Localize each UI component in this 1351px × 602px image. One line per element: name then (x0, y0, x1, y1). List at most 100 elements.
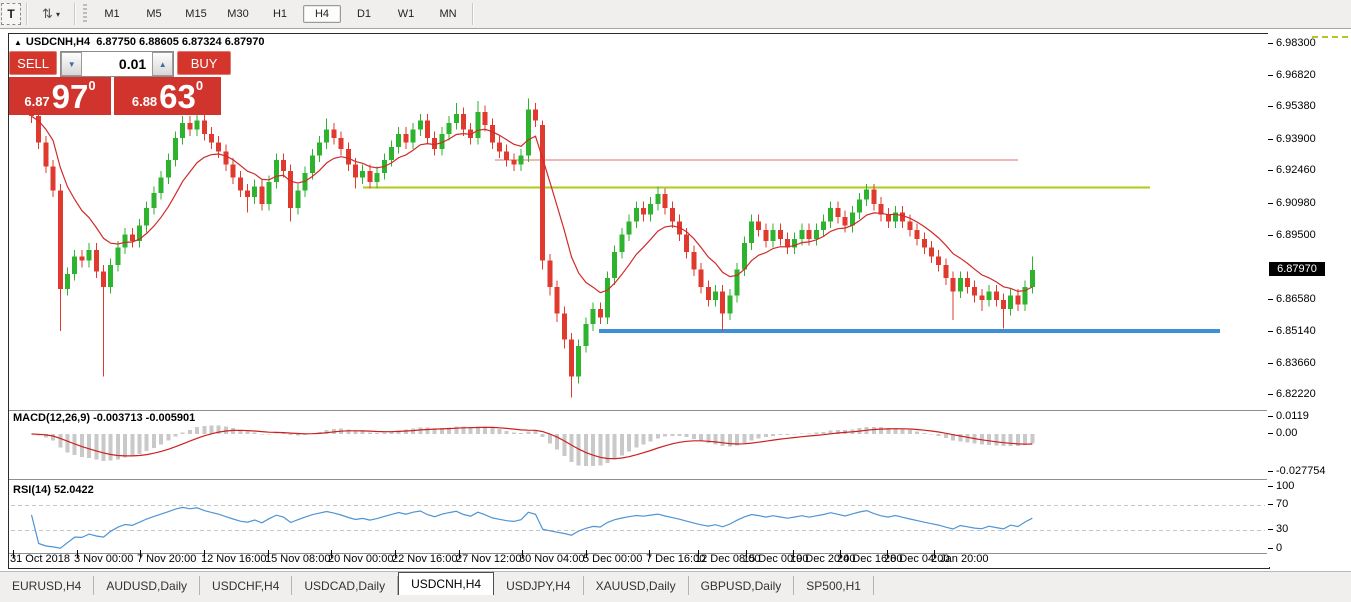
rsi-tick-label: 100 (1276, 480, 1294, 492)
chart-tab-bar: EURUSD,H4AUDUSD,DailyUSDCHF,H4USDCAD,Dai… (0, 571, 1351, 596)
timeframe-button-h4[interactable]: H4 (303, 5, 341, 23)
rsi-tick-label-mark (1268, 504, 1273, 505)
timeframe-button-mn[interactable]: MN (429, 5, 467, 23)
toolbar-separator (472, 3, 474, 25)
date-tick-label: 15 Nov 08:00 (265, 553, 330, 565)
arrows-glyph: ⇅ (42, 6, 53, 22)
rsi-tick-label-mark (1268, 529, 1273, 530)
ask-price-tile[interactable]: 6.88 63 0 (114, 77, 221, 115)
selected-line-handle (1312, 36, 1348, 38)
chart-ohlc-values: 6.87750 6.88605 6.87324 6.87970 (96, 36, 264, 48)
tab-audusd-daily[interactable]: AUDUSD,Daily (94, 576, 200, 596)
price-tick-label: 6.98300 (1276, 37, 1316, 49)
date-tick-label: 22 Nov 16:00 (392, 553, 457, 565)
timeframe-button-m30[interactable]: M30 (219, 5, 257, 23)
date-tick-label: 31 Oct 2018 (10, 553, 70, 565)
tab-usdcad-daily[interactable]: USDCAD,Daily (292, 576, 398, 596)
price-tick-label-mark (1268, 203, 1273, 204)
ask-price-prefix: 6.88 (132, 94, 157, 109)
price-tick-label-mark (1268, 331, 1273, 332)
chart-symbol-header: ▲ USDCNH,H4 6.87750 6.88605 6.87324 6.879… (14, 36, 264, 48)
ask-price-pips: 63 (159, 82, 196, 112)
timeframe-button-m15[interactable]: M15 (177, 5, 215, 23)
macd-tick-label: 0.00 (1276, 427, 1297, 439)
price-tick-label-mark (1268, 43, 1273, 44)
rsi-tick-label: 0 (1276, 542, 1282, 554)
timeframe-button-d1[interactable]: D1 (345, 5, 383, 23)
timeframe-button-w1[interactable]: W1 (387, 5, 425, 23)
toolbar-grip[interactable] (83, 4, 87, 24)
volume-stepper: ▼ ▲ (60, 51, 174, 77)
price-tick-label-mark (1268, 394, 1273, 395)
bid-price-prefix: 6.87 (24, 94, 49, 109)
current-price-tag: 6.87970 (1269, 262, 1325, 276)
bid-price-tile[interactable]: 6.87 97 0 (9, 77, 111, 115)
rsi-tick-label-mark (1268, 548, 1273, 549)
toolbar-separator (26, 3, 28, 25)
price-tick-label-mark (1268, 235, 1273, 236)
tab-eurusd-h4[interactable]: EURUSD,H4 (0, 576, 94, 596)
date-tick-label: 7 Nov 20:00 (137, 553, 196, 565)
volume-decrease-button[interactable]: ▼ (61, 52, 82, 76)
text-tool-icon[interactable]: T (1, 3, 21, 25)
price-tick-label: 6.95380 (1276, 100, 1316, 112)
date-tick-label: 30 Nov 04:00 (519, 553, 584, 565)
timeframe-button-h1[interactable]: H1 (261, 5, 299, 23)
macd-tick-label-mark (1268, 471, 1273, 472)
timeframe-button-m5[interactable]: M5 (135, 5, 173, 23)
price-tick-label: 6.86580 (1276, 293, 1316, 305)
bid-price-point: 0 (88, 78, 95, 93)
price-tick-label-mark (1268, 170, 1273, 171)
rsi-indicator-label: RSI(14) 52.0422 (13, 484, 94, 496)
tab-gbpusd-daily[interactable]: GBPUSD,Daily (689, 576, 795, 596)
tab-sp500-h1[interactable]: SP500,H1 (794, 576, 874, 596)
price-tick-label-mark (1268, 363, 1273, 364)
tab-xauusd-daily[interactable]: XAUUSD,Daily (584, 576, 689, 596)
time-axis[interactable]: 31 Oct 20183 Nov 00:007 Nov 20:0012 Nov … (8, 553, 1268, 567)
date-tick-label: 20 Nov 00:00 (328, 553, 393, 565)
price-tick-label: 6.93900 (1276, 133, 1316, 145)
chevron-down-icon: ▾ (56, 10, 60, 19)
price-tick-label-mark (1268, 106, 1273, 107)
price-tick-label: 6.83660 (1276, 357, 1316, 369)
price-tick-label: 6.82220 (1276, 388, 1316, 400)
macd-tick-label: 0.0119 (1276, 410, 1309, 422)
price-tick-label: 6.85140 (1276, 325, 1316, 337)
volume-increase-button[interactable]: ▲ (152, 52, 173, 76)
date-tick-label: 2 Jan 20:00 (931, 553, 989, 565)
timeframe-toolbar: M1M5M15M30H1H4D1W1MN (91, 5, 469, 23)
bid-price-pips: 97 (52, 82, 89, 112)
one-click-trade-panel: SELL ▼ ▲ BUY 6.87 97 0 6.88 63 0 (9, 51, 231, 115)
collapse-triangle-icon[interactable]: ▲ (14, 38, 22, 47)
macd-tick-label: -0.027754 (1276, 465, 1326, 477)
tab-usdjpy-h4[interactable]: USDJPY,H4 (494, 576, 583, 596)
toolbar-separator (74, 3, 76, 25)
date-tick-label: 27 Nov 12:00 (456, 553, 521, 565)
volume-input[interactable] (82, 52, 152, 76)
chart-window[interactable]: ▲ USDCNH,H4 6.87750 6.88605 6.87324 6.879… (8, 33, 1270, 569)
timeframe-button-m1[interactable]: M1 (93, 5, 131, 23)
chart-symbol-label: USDCNH,H4 (26, 36, 90, 48)
rsi-tick-label: 70 (1276, 498, 1288, 510)
status-strip (0, 595, 1351, 602)
price-tick-label: 6.92460 (1276, 164, 1316, 176)
price-tick-label: 6.89500 (1276, 229, 1316, 241)
tab-usdcnh-h4[interactable]: USDCNH,H4 (398, 572, 494, 596)
top-toolbar: T ⇅ ▾ M1M5M15M30H1H4D1W1MN (0, 0, 1351, 29)
sell-button[interactable]: SELL (9, 51, 57, 75)
price-axis[interactable]: 6.983006.968206.953806.939006.924606.909… (1268, 33, 1351, 567)
price-tick-label: 6.96820 (1276, 69, 1316, 81)
price-tick-label-mark (1268, 75, 1273, 76)
macd-tick-label-mark (1268, 433, 1273, 434)
rsi-tick-label: 30 (1276, 523, 1288, 535)
date-tick-label: 5 Dec 00:00 (583, 553, 642, 565)
tile-windows-icon[interactable]: ⇅ ▾ (33, 3, 69, 25)
price-tick-label-mark (1268, 139, 1273, 140)
tab-usdchf-h4[interactable]: USDCHF,H4 (200, 576, 292, 596)
date-tick-label: 3 Nov 00:00 (74, 553, 133, 565)
rsi-tick-label-mark (1268, 486, 1273, 487)
price-tick-label-mark (1268, 299, 1273, 300)
ask-price-point: 0 (196, 78, 203, 93)
buy-button[interactable]: BUY (177, 51, 231, 75)
mt4-window: T ⇅ ▾ M1M5M15M30H1H4D1W1MN ▲ USDCNH,H4 6.… (0, 0, 1351, 602)
